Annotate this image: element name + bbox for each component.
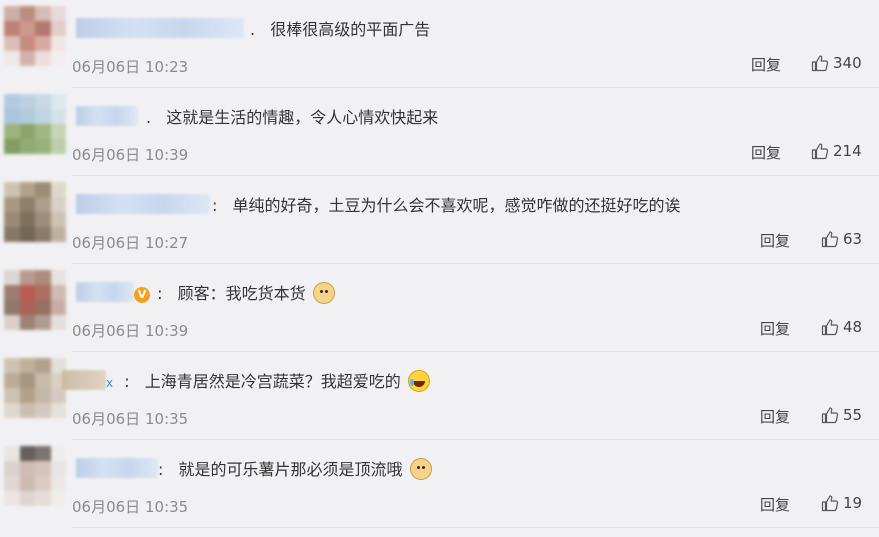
comment-text: 顾客：我吃货本货 [177,284,306,303]
thumbs-up-icon [821,231,839,248]
reply-button[interactable]: 回复 [760,494,790,515]
comment-item: . 很棒很高级的平面广告 06月06日 10:23 回复 340 [0,0,879,88]
comment-time: 06月06日 10:35 [72,410,189,428]
username-redacted[interactable] [76,282,134,302]
badge-x-icon: x [106,376,114,390]
comment-text-line: . 这就是生活的情趣，令人心情欢快起来 [146,104,438,128]
like-count: 214 [833,142,862,160]
username-redacted[interactable] [62,370,106,390]
comment-text: 上海青居然是冷宫蔬菜？我超爱吃的 [144,372,401,391]
avatar[interactable] [4,270,66,330]
like-button[interactable]: 214 [811,142,862,160]
like-count: 55 [843,406,863,424]
thumbs-up-icon [821,407,839,424]
comment-text: 这就是生活的情趣，令人心情欢快起来 [166,108,439,127]
comment-text-line: . 很棒很高级的平面广告 [250,16,430,40]
like-count: 19 [843,494,863,512]
avatar[interactable] [4,446,66,506]
verified-badge-icon: V [134,287,150,303]
like-count: 48 [843,318,863,336]
divider [72,527,879,528]
reply-button[interactable]: 回复 [760,230,790,251]
thumbs-up-icon [811,143,829,160]
comment-time: 06月06日 10:35 [72,498,189,516]
comment-text: 就是的可乐薯片那必须是顶流哦 [178,460,403,479]
avatar[interactable] [4,94,66,154]
comment-time: 06月06日 10:23 [72,58,189,76]
username-redacted[interactable] [76,458,158,478]
thumbs-up-icon [821,495,839,512]
avatar[interactable] [4,182,66,242]
like-count: 340 [833,54,862,72]
like-button[interactable]: 19 [821,494,862,512]
thumbs-up-icon [821,319,839,336]
comment-text-line: : 单纯的好奇，土豆为什么会不喜欢呢，感觉咋做的还挺好吃的诶 [212,192,681,216]
separator: : [157,284,163,303]
dog-emoji-icon [312,282,335,304]
comment-text-line: x : 上海青居然是冷宫蔬菜？我超爱吃的 [106,368,430,392]
username-redacted[interactable] [76,106,138,126]
separator: : [212,196,218,215]
comment-item: : 单纯的好奇，土豆为什么会不喜欢呢，感觉咋做的还挺好吃的诶 06月06日 10… [0,176,879,264]
like-button[interactable]: 48 [821,318,862,336]
separator: . [250,20,256,39]
like-button[interactable]: 63 [821,230,862,248]
comment-text-line: V : 顾客：我吃货本货 [134,280,335,304]
avatar[interactable] [4,6,66,66]
laughing-tears-emoji-icon [407,370,430,392]
like-button[interactable]: 55 [821,406,862,424]
username-redacted[interactable] [76,194,210,214]
reply-button[interactable]: 回复 [751,142,781,163]
separator: . [146,108,152,127]
comment-time: 06月06日 10:39 [72,322,189,340]
comment-item: . 这就是生活的情趣，令人心情欢快起来 06月06日 10:39 回复 214 [0,88,879,176]
dog-emoji-icon [409,458,432,480]
comment-item: V : 顾客：我吃货本货 06月06日 10:39 回复 48 [0,264,879,352]
comment-text: 单纯的好奇，土豆为什么会不喜欢呢，感觉咋做的还挺好吃的诶 [232,196,681,215]
comment-text: 很棒很高级的平面广告 [270,20,431,39]
comment-item: x : 上海青居然是冷宫蔬菜？我超爱吃的 06月06日 10:35 回复 55 [0,352,879,440]
reply-button[interactable]: 回复 [760,318,790,339]
separator: : [124,372,130,391]
avatar[interactable] [4,358,66,418]
comment-time: 06月06日 10:27 [72,234,189,252]
like-count: 63 [843,230,863,248]
like-button[interactable]: 340 [811,54,862,72]
username-redacted[interactable] [76,18,244,38]
comment-text-line: : 就是的可乐薯片那必须是顶流哦 [158,456,432,480]
reply-button[interactable]: 回复 [751,54,781,75]
comment-item: : 就是的可乐薯片那必须是顶流哦 06月06日 10:35 回复 19 [0,440,879,528]
reply-button[interactable]: 回复 [760,406,790,427]
separator: : [158,460,164,479]
thumbs-up-icon [811,55,829,72]
comment-time: 06月06日 10:39 [72,146,189,164]
